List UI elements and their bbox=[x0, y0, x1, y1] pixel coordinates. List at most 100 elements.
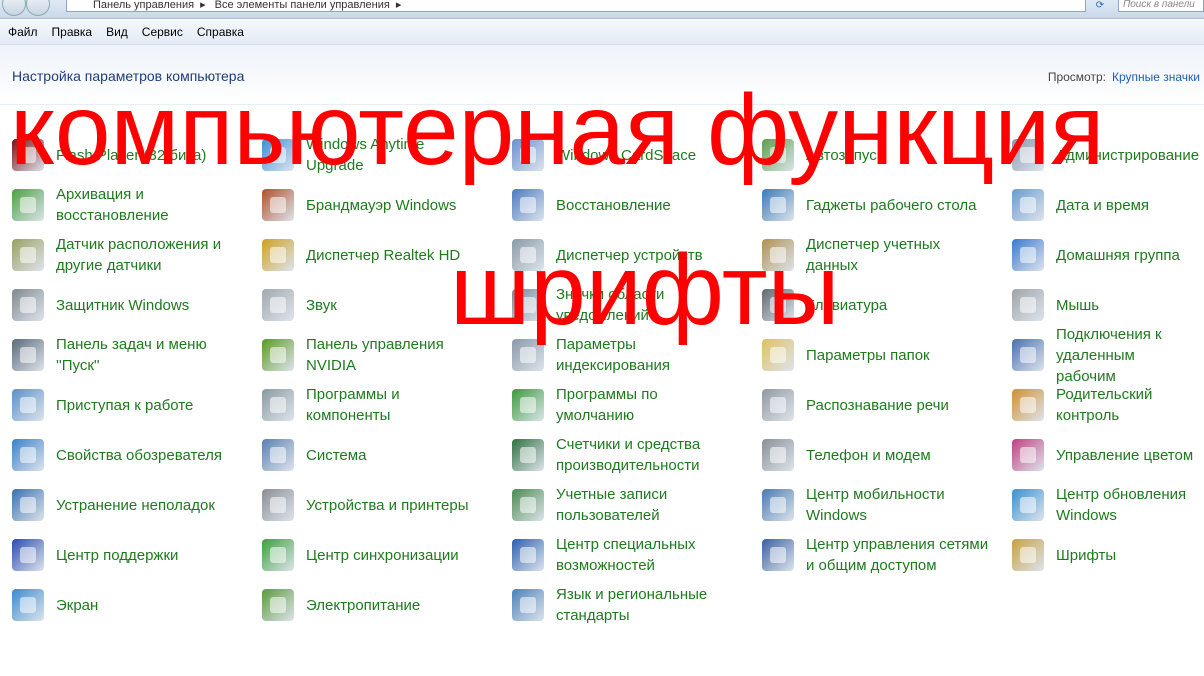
control-panel-item[interactable]: Диспетчер учетных данных bbox=[762, 232, 1007, 278]
item-label: Родительский контроль bbox=[1056, 386, 1153, 424]
control-panel-item[interactable]: Диспетчер Realtek HD bbox=[262, 232, 507, 278]
control-panel-item[interactable]: Защитник Windows bbox=[12, 282, 257, 328]
item-label: Система bbox=[306, 446, 367, 464]
internet-options-icon bbox=[12, 439, 44, 471]
control-panel-item[interactable]: Windows Anytime Upgrade bbox=[262, 132, 507, 178]
gadgets-icon bbox=[762, 189, 794, 221]
phone-icon bbox=[762, 439, 794, 471]
control-panel-item[interactable]: Администрирование bbox=[1012, 132, 1199, 178]
item-label: Параметры индексирования bbox=[556, 336, 670, 374]
control-panel-item[interactable]: Управление цветом bbox=[1012, 432, 1196, 478]
speaker-icon bbox=[262, 289, 294, 321]
control-panel-item[interactable]: Диспетчер устройств bbox=[512, 232, 757, 278]
control-panel-item[interactable]: Электропитание bbox=[262, 582, 507, 628]
item-label: Управление цветом bbox=[1056, 446, 1194, 464]
control-panel-item[interactable]: Программы по умолчанию bbox=[512, 382, 757, 428]
control-panel-item[interactable]: Центр синхронизации bbox=[262, 532, 507, 578]
control-panel-item[interactable]: Телефон и модем bbox=[762, 432, 1007, 478]
item-label: Flash Player (32 бита) bbox=[56, 146, 207, 164]
control-panel-item[interactable]: Приступая к работе bbox=[12, 382, 257, 428]
control-panel-item[interactable]: Архивация и восстановление bbox=[12, 182, 257, 228]
control-panel-item[interactable]: Счетчики и средства производительности bbox=[512, 432, 757, 478]
control-panel-item[interactable]: Восстановление bbox=[512, 182, 757, 228]
control-panel-item[interactable]: Свойства обозревателя bbox=[12, 432, 257, 478]
item-label: Брандмауэр Windows bbox=[306, 196, 457, 214]
control-panel-item[interactable]: Распознавание речи bbox=[762, 382, 1007, 428]
autoplay-icon bbox=[762, 139, 794, 171]
forward-button[interactable] bbox=[26, 0, 50, 16]
item-label: Центр обновления Windows bbox=[1056, 486, 1187, 524]
control-panel-item[interactable]: Windows CardSpace bbox=[512, 132, 757, 178]
control-panel-item[interactable]: Центр управления сетями и общим доступом bbox=[762, 532, 1007, 578]
item-label: Учетные записи пользователей bbox=[556, 486, 668, 524]
item-label: Шрифты bbox=[1056, 546, 1117, 564]
control-panel-item[interactable]: Центр мобильности Windows bbox=[762, 482, 1007, 528]
fonts-icon bbox=[1012, 539, 1044, 571]
power-icon bbox=[262, 589, 294, 621]
item-label: Устранение неполадок bbox=[56, 496, 215, 514]
control-panel-item[interactable]: Экран bbox=[12, 582, 257, 628]
control-panel-item[interactable]: Мышь bbox=[1012, 282, 1196, 328]
item-label: Электропитание bbox=[306, 596, 421, 614]
control-panel-item[interactable]: Родительский контроль bbox=[1012, 382, 1196, 428]
control-panel-item[interactable]: Автозапуск bbox=[762, 132, 1007, 178]
control-panel-item[interactable]: Домашняя группа bbox=[1012, 232, 1196, 278]
color-management-icon bbox=[1012, 439, 1044, 471]
control-panel-item[interactable]: Центр специальных возможностей bbox=[512, 532, 757, 578]
item-label: Windows Anytime Upgrade bbox=[306, 136, 425, 174]
divider bbox=[0, 104, 1204, 105]
control-panel-item[interactable]: Центр обновления Windows bbox=[1012, 482, 1196, 528]
control-panel-item[interactable]: Клавиатура bbox=[762, 282, 1007, 328]
menu-help[interactable]: Справка bbox=[189, 20, 250, 39]
mouse-icon bbox=[1012, 289, 1044, 321]
firewall-icon bbox=[262, 189, 294, 221]
control-panel-item[interactable]: Устройства и принтеры bbox=[262, 482, 507, 528]
control-panel-item[interactable]: Центр поддержки bbox=[12, 532, 257, 578]
menu-tools[interactable]: Сервис bbox=[134, 20, 189, 39]
item-label: Центр управления сетями и общим доступом bbox=[806, 536, 989, 574]
item-label: Центр поддержки bbox=[56, 546, 179, 564]
control-panel-item[interactable]: Подключения к удаленным рабочим bbox=[1012, 326, 1196, 385]
control-panel-item[interactable]: Брандмауэр Windows bbox=[262, 182, 507, 228]
control-panel-item[interactable]: Учетные записи пользователей bbox=[512, 482, 757, 528]
control-panel-item[interactable]: Параметры папок bbox=[762, 332, 1007, 378]
breadcrumb-all-items[interactable]: Все элементы панели управления bbox=[215, 0, 390, 11]
breadcrumb-control-panel[interactable]: Панель управления bbox=[93, 0, 194, 11]
breadcrumb-separator-icon: ▸ bbox=[395, 0, 402, 11]
remote-icon bbox=[1012, 339, 1044, 371]
back-button[interactable] bbox=[2, 0, 26, 16]
display-icon bbox=[12, 589, 44, 621]
control-panel-item[interactable]: Система bbox=[262, 432, 507, 478]
menu-view[interactable]: Вид bbox=[98, 20, 134, 39]
control-panel-item[interactable]: Датчик расположения и другие датчики bbox=[12, 232, 257, 278]
control-panel-item[interactable]: Панель управления NVIDIA bbox=[262, 332, 507, 378]
control-panel-item[interactable]: Язык и региональные стандарты bbox=[512, 582, 757, 628]
menu-bar: Файл Правка Вид Сервис Справка bbox=[0, 20, 1204, 45]
defender-icon bbox=[12, 289, 44, 321]
taskbar-icon bbox=[12, 339, 44, 371]
item-label: Центр специальных возможностей bbox=[556, 536, 696, 574]
menu-file[interactable]: Файл bbox=[0, 20, 44, 39]
control-panel-item[interactable]: Шрифты bbox=[1012, 532, 1196, 578]
control-panel-item[interactable]: Устранение неполадок bbox=[12, 482, 257, 528]
control-panel-item[interactable]: Дата и время bbox=[1012, 182, 1196, 228]
performance-icon bbox=[512, 439, 544, 471]
control-panel-item[interactable]: Flash Player (32 бита) bbox=[12, 132, 257, 178]
sync-icon bbox=[262, 539, 294, 571]
refresh-icon[interactable]: ⟳ bbox=[1090, 0, 1110, 12]
control-panel-item[interactable]: Параметры индексирования bbox=[512, 332, 757, 378]
notification-icon bbox=[512, 289, 544, 321]
search-input[interactable]: Поиск в панели bbox=[1118, 0, 1204, 12]
item-label: Мышь bbox=[1056, 296, 1100, 314]
item-label: Значки области уведомлений bbox=[556, 286, 665, 324]
nvidia-icon bbox=[262, 339, 294, 371]
control-panel-item[interactable]: Звук bbox=[262, 282, 507, 328]
item-label: Подключения к удаленным рабочим bbox=[1056, 325, 1162, 385]
control-panel-item[interactable]: Панель задач и меню ''Пуск'' bbox=[12, 332, 257, 378]
control-panel-item[interactable]: Значки области уведомлений bbox=[512, 282, 757, 328]
control-panel-item[interactable]: Программы и компоненты bbox=[262, 382, 507, 428]
view-mode-link[interactable]: Крупные значки bbox=[1112, 70, 1200, 84]
address-input[interactable]: Панель управления ▸ Все элементы панели у… bbox=[66, 0, 1086, 12]
control-panel-item[interactable]: Гаджеты рабочего стола bbox=[762, 182, 1007, 228]
menu-edit[interactable]: Правка bbox=[44, 20, 99, 39]
